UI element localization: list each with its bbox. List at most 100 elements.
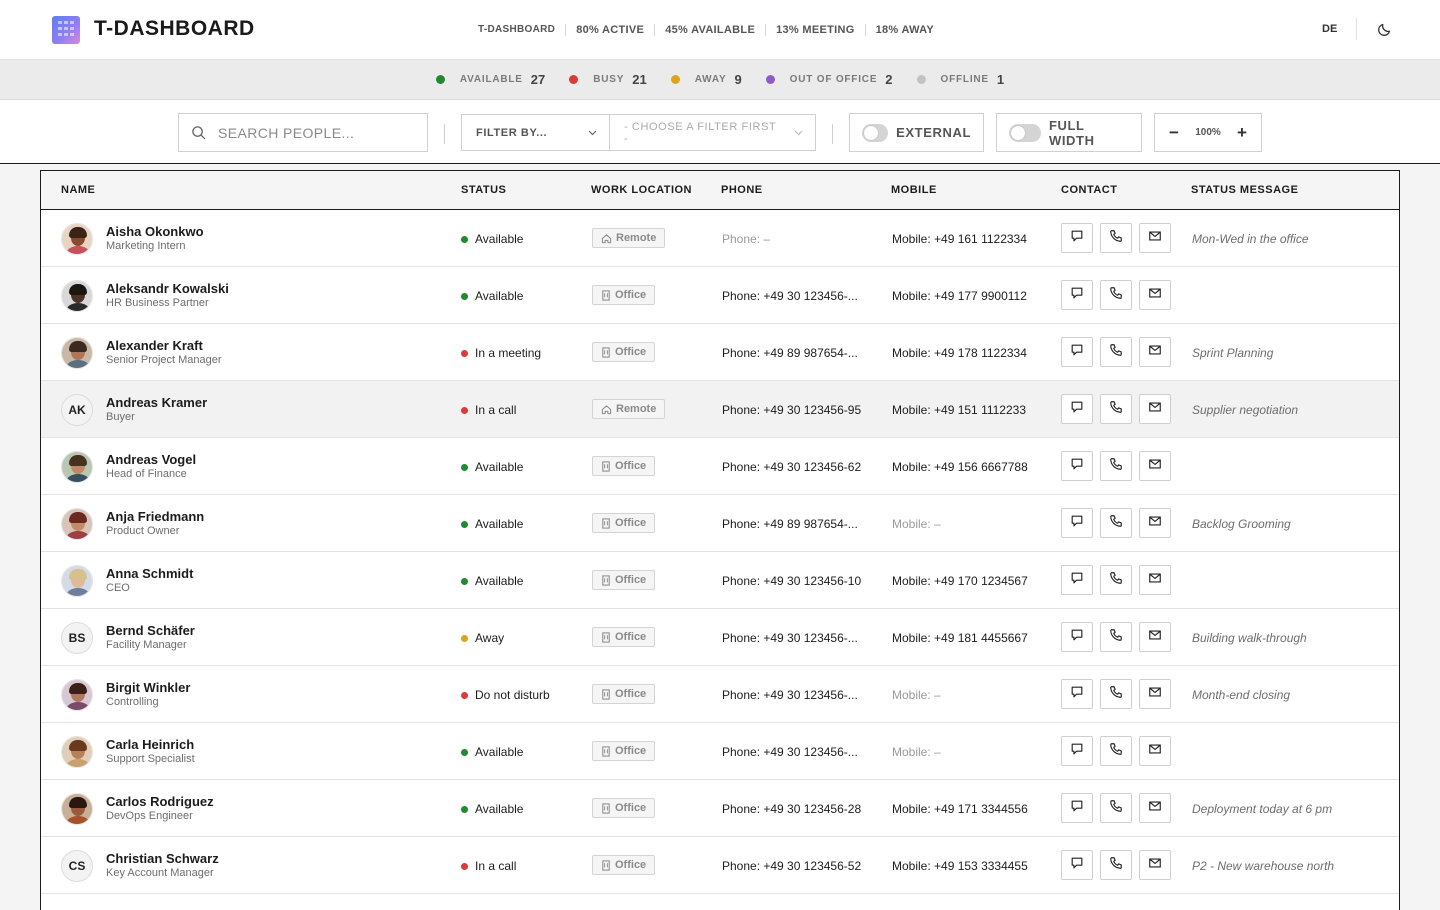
email-button[interactable] bbox=[1139, 850, 1171, 880]
moon-icon[interactable] bbox=[1377, 21, 1393, 37]
presence-busy[interactable]: BUSY 21 bbox=[569, 72, 647, 87]
toggle-switch[interactable] bbox=[862, 123, 889, 142]
email-button[interactable] bbox=[1139, 451, 1171, 481]
table-row[interactable]: Anna Schmidt CEO Available Office Phone:… bbox=[41, 552, 1399, 609]
chat-button[interactable] bbox=[1061, 679, 1093, 709]
toggle-switch[interactable] bbox=[1009, 123, 1041, 142]
person-name[interactable]: Bernd Schäfer bbox=[106, 623, 195, 638]
person-name[interactable]: Carlos Rodriguez bbox=[106, 794, 214, 809]
column-header-status-message[interactable]: STATUS MESSAGE bbox=[1191, 184, 1298, 196]
chat-button[interactable] bbox=[1061, 850, 1093, 880]
presence-out-of-office[interactable]: OUT OF OFFICE 2 bbox=[765, 72, 893, 87]
zoom-in-button[interactable]: + bbox=[1237, 124, 1247, 141]
chat-button[interactable] bbox=[1061, 736, 1093, 766]
phone-number[interactable]: Phone: +49 30 123456-52 bbox=[722, 859, 861, 873]
call-button[interactable] bbox=[1100, 565, 1132, 595]
column-header-name[interactable]: NAME bbox=[61, 184, 95, 196]
email-button[interactable] bbox=[1139, 736, 1171, 766]
email-button[interactable] bbox=[1139, 622, 1171, 652]
mobile-number[interactable]: Mobile: +49 177 9900112 bbox=[892, 289, 1027, 303]
person-name[interactable]: Andreas Vogel bbox=[106, 452, 196, 467]
mobile-number[interactable]: Mobile: +49 156 6667788 bbox=[892, 460, 1028, 474]
table-row[interactable]: Andreas Vogel Head of Finance Available … bbox=[41, 438, 1399, 495]
call-button[interactable] bbox=[1100, 280, 1132, 310]
person-name[interactable]: Aleksandr Kowalski bbox=[106, 281, 229, 296]
person-name[interactable]: Alexander Kraft bbox=[106, 338, 203, 353]
table-row[interactable]: Birgit Winkler Controlling Do not distur… bbox=[41, 666, 1399, 723]
email-button[interactable] bbox=[1139, 679, 1171, 709]
chat-button[interactable] bbox=[1061, 508, 1093, 538]
email-button[interactable] bbox=[1139, 337, 1171, 367]
person-name[interactable]: Andreas Kramer bbox=[106, 395, 207, 410]
column-header-mobile[interactable]: MOBILE bbox=[891, 184, 937, 196]
person-name[interactable]: Carla Heinrich bbox=[106, 737, 194, 752]
phone-number[interactable]: Phone: +49 30 123456-... bbox=[722, 631, 858, 645]
column-header-work-location[interactable]: WORK LOCATION bbox=[591, 184, 692, 196]
call-button[interactable] bbox=[1100, 508, 1132, 538]
phone-number[interactable]: Phone: – bbox=[722, 232, 770, 246]
presence-away[interactable]: AWAY 9 bbox=[670, 72, 742, 87]
email-button[interactable] bbox=[1139, 394, 1171, 424]
mobile-number[interactable]: Mobile: +49 161 1122334 bbox=[892, 232, 1027, 246]
phone-number[interactable]: Phone: +49 89 987654-... bbox=[722, 517, 858, 531]
mobile-number[interactable]: Mobile: +49 153 3334455 bbox=[892, 859, 1028, 873]
chat-button[interactable] bbox=[1061, 565, 1093, 595]
language-switch[interactable]: DE bbox=[1322, 23, 1337, 35]
phone-number[interactable]: Phone: +49 89 987654-... bbox=[722, 346, 858, 360]
phone-number[interactable]: Phone: +49 30 123456-28 bbox=[722, 802, 861, 816]
zoom-out-button[interactable]: − bbox=[1169, 124, 1179, 141]
email-button[interactable] bbox=[1139, 280, 1171, 310]
chat-button[interactable] bbox=[1061, 622, 1093, 652]
mobile-number[interactable]: Mobile: – bbox=[892, 688, 941, 702]
call-button[interactable] bbox=[1100, 337, 1132, 367]
phone-number[interactable]: Phone: +49 30 123456-... bbox=[722, 688, 858, 702]
chat-button[interactable] bbox=[1061, 793, 1093, 823]
call-button[interactable] bbox=[1100, 679, 1132, 709]
call-button[interactable] bbox=[1100, 793, 1132, 823]
table-row[interactable]: Aleksandr Kowalski HR Business Partner A… bbox=[41, 267, 1399, 324]
email-button[interactable] bbox=[1139, 793, 1171, 823]
phone-number[interactable]: Phone: +49 30 123456-... bbox=[722, 289, 858, 303]
call-button[interactable] bbox=[1100, 451, 1132, 481]
mobile-number[interactable]: Mobile: +49 170 1234567 bbox=[892, 574, 1028, 588]
column-header-contact[interactable]: CONTACT bbox=[1061, 184, 1117, 196]
mobile-number[interactable]: Mobile: +49 178 1122334 bbox=[892, 346, 1027, 360]
chat-button[interactable] bbox=[1061, 280, 1093, 310]
filter-value-select[interactable]: - CHOOSE A FILTER FIRST - bbox=[610, 115, 815, 150]
chat-button[interactable] bbox=[1061, 337, 1093, 367]
mobile-number[interactable]: Mobile: – bbox=[892, 517, 941, 531]
chat-button[interactable] bbox=[1061, 394, 1093, 424]
mobile-number[interactable]: Mobile: – bbox=[892, 745, 941, 759]
person-name[interactable]: Birgit Winkler bbox=[106, 680, 190, 695]
email-button[interactable] bbox=[1139, 508, 1171, 538]
phone-number[interactable]: Phone: +49 30 123456-... bbox=[722, 745, 858, 759]
person-name[interactable]: Aisha Okonkwo bbox=[106, 224, 204, 239]
column-header-phone[interactable]: PHONE bbox=[721, 184, 763, 196]
person-name[interactable]: Christian Schwarz bbox=[106, 851, 219, 866]
presence-available[interactable]: AVAILABLE 27 bbox=[435, 72, 545, 87]
call-button[interactable] bbox=[1100, 622, 1132, 652]
table-row[interactable]: CS Christian Schwarz Key Account Manager… bbox=[41, 837, 1399, 894]
phone-number[interactable]: Phone: +49 30 123456-95 bbox=[722, 403, 861, 417]
table-row[interactable]: Carla Heinrich Support Specialist Availa… bbox=[41, 723, 1399, 780]
table-row[interactable]: Carlos Rodriguez DevOps Engineer Availab… bbox=[41, 780, 1399, 837]
call-button[interactable] bbox=[1100, 736, 1132, 766]
filter-by-select[interactable]: FILTER BY... bbox=[462, 115, 610, 150]
person-name[interactable]: Anna Schmidt bbox=[106, 566, 193, 581]
person-name[interactable]: Anja Friedmann bbox=[106, 509, 204, 524]
table-row[interactable]: Anja Friedmann Product Owner Available O… bbox=[41, 495, 1399, 552]
mobile-number[interactable]: Mobile: +49 151 1112233 bbox=[892, 403, 1026, 417]
mobile-number[interactable]: Mobile: +49 181 4455667 bbox=[892, 631, 1028, 645]
column-header-status[interactable]: STATUS bbox=[461, 184, 506, 196]
search-input[interactable] bbox=[218, 124, 408, 141]
table-row[interactable]: Aisha Okonkwo Marketing Intern Available… bbox=[41, 210, 1399, 267]
phone-number[interactable]: Phone: +49 30 123456-10 bbox=[722, 574, 861, 588]
mobile-number[interactable]: Mobile: +49 171 3344556 bbox=[892, 802, 1028, 816]
table-row[interactable]: Alexander Kraft Senior Project Manager I… bbox=[41, 324, 1399, 381]
email-button[interactable] bbox=[1139, 223, 1171, 253]
presence-offline[interactable]: OFFLINE 1 bbox=[916, 72, 1004, 87]
email-button[interactable] bbox=[1139, 565, 1171, 595]
full-width-toggle[interactable]: FULL WIDTH bbox=[996, 113, 1142, 152]
table-row[interactable]: AK Andreas Kramer Buyer In a call Remote… bbox=[41, 381, 1399, 438]
phone-number[interactable]: Phone: +49 30 123456-62 bbox=[722, 460, 861, 474]
